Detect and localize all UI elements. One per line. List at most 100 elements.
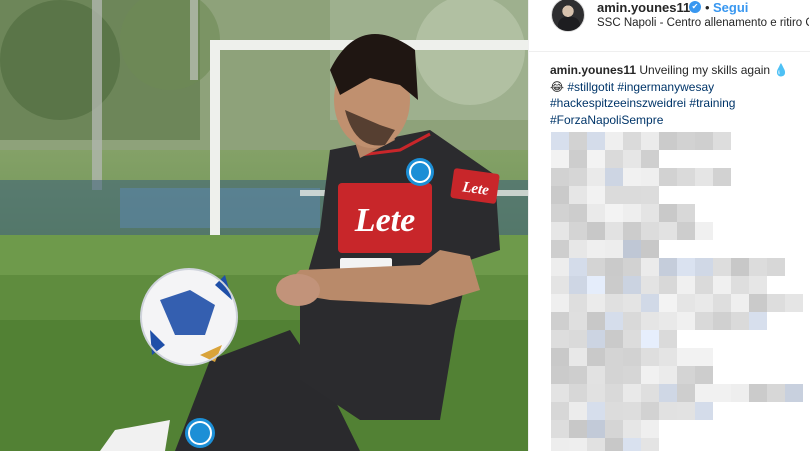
pixel-block [695,348,713,366]
pixel-block [569,168,587,186]
pixel-block [659,168,677,186]
pixel-block [587,438,605,451]
post-photo[interactable]: Lete Lete [0,0,528,451]
pixel-block [551,150,569,168]
pixel-block [695,276,713,294]
pixel-block [605,258,623,276]
pixel-block [659,204,677,222]
pixel-block [695,132,713,150]
pixel-block [551,312,569,330]
hashtag-link[interactable]: #training [689,96,735,110]
pixel-block [641,258,659,276]
pixel-block [623,276,641,294]
pixel-block [569,258,587,276]
pixel-block [605,420,623,438]
pixel-block [677,312,695,330]
pixel-block [749,312,767,330]
pixel-block [713,258,731,276]
pixel-block [677,294,695,312]
hashtag-link[interactable]: #stillgotit [567,80,614,94]
pixel-block [659,312,677,330]
photo-illustration: Lete Lete [0,0,528,451]
username-link[interactable]: amin.younes11 [597,0,690,15]
pixel-block [605,168,623,186]
pixel-block [623,420,641,438]
pixel-block [623,384,641,402]
football [140,268,238,366]
droplet-emoji: 💧 [773,63,789,77]
pixel-block [659,294,677,312]
pixel-block [695,402,713,420]
pixel-block [569,150,587,168]
pixel-block [551,276,569,294]
pixel-block [551,402,569,420]
pixel-block [713,294,731,312]
pixel-block [677,132,695,150]
pixel-block [749,294,767,312]
pixel-block [587,348,605,366]
pixel-block [695,258,713,276]
pixel-block [569,222,587,240]
pixel-block [587,258,605,276]
pixel-block [569,294,587,312]
pixelated-comments [551,132,803,451]
pixel-block [731,312,749,330]
pixel-block [713,276,731,294]
pixel-block [767,294,785,312]
pixel-block [569,186,587,204]
pixel-block [623,294,641,312]
pixel-block [605,240,623,258]
caption-username[interactable]: amin.younes11 [550,63,636,77]
pixel-block [641,420,659,438]
pixel-block [587,384,605,402]
pixel-block [659,366,677,384]
hashtag-link[interactable]: #ingermanywesay [617,80,714,94]
pixel-block [623,150,641,168]
pixel-block [623,258,641,276]
pixel-block [551,438,569,451]
pixel-block [641,150,659,168]
pixel-block [551,168,569,186]
pixel-block [659,258,677,276]
pixel-block [551,384,569,402]
pixel-block [623,438,641,451]
pixel-block [605,222,623,240]
pixel-block [551,204,569,222]
pixel-block [569,438,587,451]
pixel-block [569,240,587,258]
location-link[interactable]: SSC Napoli - Centro allenamento e ritiro… [597,17,809,29]
follow-button[interactable]: Segui [713,0,748,15]
pixel-block [605,294,623,312]
pixel-block [677,276,695,294]
pixel-block [623,240,641,258]
pixel-block [695,384,713,402]
pixel-block [587,294,605,312]
pixel-block [677,348,695,366]
pixel-block [695,222,713,240]
pixel-block [587,150,605,168]
pixel-block [623,186,641,204]
pixel-block [551,186,569,204]
hashtag-link[interactable]: #ForzaNapoliSempre [550,113,663,127]
pixel-block [749,384,767,402]
pixel-block [695,168,713,186]
hashtag-link[interactable]: #hackespitzeeinszweidrei [550,96,686,110]
pixel-block [677,222,695,240]
pixel-block [605,438,623,451]
pixel-block [659,276,677,294]
pixel-block [569,420,587,438]
pixel-block [641,204,659,222]
pixel-block [749,276,767,294]
avatar[interactable] [551,0,585,32]
pixel-block [641,312,659,330]
pixel-block [659,402,677,420]
pixel-block [659,348,677,366]
pixel-block [623,204,641,222]
pixel-block [605,402,623,420]
pixel-block [641,438,659,451]
pixel-block [587,204,605,222]
pixel-block [749,258,767,276]
pixel-block [569,204,587,222]
pixel-block [641,276,659,294]
pixel-block [677,402,695,420]
